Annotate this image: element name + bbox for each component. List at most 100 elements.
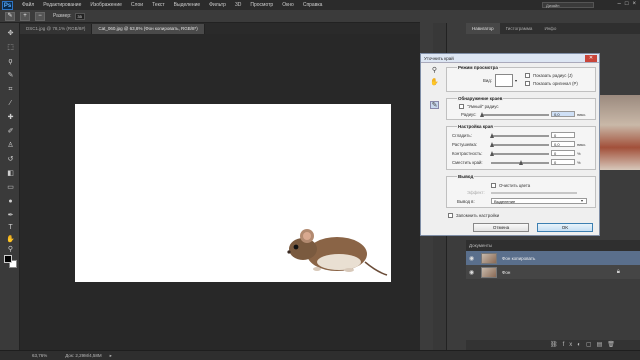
brush-tool-icon[interactable]: ✐ (6, 127, 15, 136)
menu-type[interactable]: Текст (152, 2, 165, 8)
layer-row-background-copy[interactable]: ◉ Фон копировать (466, 251, 640, 265)
view-mode-group: Режим просмотра Вид: ▾ Показать радиус (… (446, 65, 596, 92)
minimize-icon[interactable]: – (618, 1, 621, 7)
eye-icon[interactable]: ◉ (469, 255, 477, 262)
layers-panel-footer: ⛓fx◐▢▤🗑︎ (466, 340, 640, 350)
feather-label: Растушевка: (452, 142, 478, 147)
brush-preset-icon[interactable]: ✎ (5, 11, 15, 21)
slider-knob[interactable] (490, 133, 494, 138)
cancel-button[interactable]: Отмена (473, 223, 529, 232)
menu-image[interactable]: Изображение (90, 2, 122, 8)
remember-settings-checkbox[interactable] (448, 213, 453, 218)
lasso-tool-icon[interactable]: ϙ (6, 57, 15, 66)
menu-filter[interactable]: Фильтр (209, 2, 226, 8)
smooth-input[interactable]: 0 (551, 132, 575, 138)
radius-input[interactable]: 0,0 (551, 111, 575, 117)
marquee-tool-icon[interactable]: ⬚ (6, 43, 15, 52)
eraser-tool-icon[interactable]: ◧ (6, 169, 15, 178)
refine-radius-brush-icon[interactable]: ✎ (430, 101, 439, 109)
view-mode-title: Режим просмотра (457, 65, 499, 70)
zoom-icon[interactable]: ⚲ (430, 67, 439, 75)
tab-document-1[interactable]: DSC1.jpg @ 78,1% (RGB/8#) (20, 24, 93, 34)
show-original-checkbox[interactable] (525, 81, 530, 86)
dialog-close-button[interactable]: ✕ (585, 55, 597, 62)
move-tool-icon[interactable]: ✥ (6, 29, 15, 38)
quick-selection-tool-icon[interactable]: ✎ (6, 71, 15, 80)
feather-input[interactable]: 0,0 (551, 141, 575, 147)
menu-3d[interactable]: 3D (235, 2, 241, 8)
tab-histogram[interactable]: Гистограмма (500, 23, 539, 34)
output-to-select[interactable]: Выделение (491, 198, 587, 204)
shift-edge-label: Сместить край: (452, 160, 483, 165)
menu-view[interactable]: Просмотр (250, 2, 273, 8)
show-radius-checkbox[interactable] (525, 73, 530, 78)
maximize-icon[interactable]: □ (625, 1, 629, 7)
slider-knob[interactable] (490, 151, 494, 156)
shift-edge-unit: % (577, 160, 581, 165)
dodge-tool-icon[interactable]: ● (6, 197, 15, 206)
contrast-slider[interactable] (490, 151, 549, 156)
contrast-unit: % (577, 151, 581, 156)
chevron-down-icon[interactable]: ▾ (581, 198, 583, 203)
decontaminate-checkbox[interactable] (491, 183, 496, 188)
adjust-edge-title: Настройка края (457, 124, 494, 129)
ok-button[interactable]: OK (537, 223, 593, 232)
status-bar: 63,76% Док: 2,29M/4,58M ▸ (0, 350, 640, 360)
show-original-label: Показать оригинал (P) (533, 81, 578, 86)
eye-icon[interactable]: ◉ (469, 269, 477, 276)
add-selection-icon[interactable]: + (20, 11, 30, 21)
tab-info[interactable]: Инфо (538, 23, 562, 34)
workspace-select[interactable]: Дизайн (542, 2, 594, 8)
shift-edge-slider[interactable] (491, 160, 549, 165)
output-title: Вывод (457, 174, 475, 179)
smart-radius-label: "Умный" радиус (467, 104, 499, 109)
menu-file[interactable]: Файл (22, 2, 34, 8)
amount-slider (491, 192, 577, 194)
view-dropdown-icon[interactable]: ▾ (515, 78, 517, 83)
close-icon[interactable]: × (632, 1, 636, 7)
contrast-input[interactable]: 0 (551, 150, 575, 156)
subtract-selection-icon[interactable]: − (35, 11, 45, 21)
foreground-color-swatch[interactable] (4, 255, 12, 263)
smooth-label: Сгладить: (452, 133, 472, 138)
slider-knob[interactable] (490, 142, 494, 147)
zoom-tool-icon[interactable]: ⚲ (6, 245, 15, 254)
feather-unit: пикс. (577, 142, 587, 147)
shift-edge-input[interactable]: 0 (551, 159, 575, 165)
menu-edit[interactable]: Редактирование (43, 2, 81, 8)
text-tool-icon[interactable]: T (6, 223, 15, 232)
healing-tool-icon[interactable]: ✚ (6, 113, 15, 122)
radius-label: Радиус: (461, 112, 477, 117)
menu-help[interactable]: Справка (303, 2, 323, 8)
smooth-slider[interactable] (490, 133, 549, 138)
gradient-tool-icon[interactable]: ▭ (6, 183, 15, 192)
pen-tool-icon[interactable]: ✒ (6, 211, 15, 220)
doc-size: Док: 2,29M/4,58M (65, 353, 102, 358)
tab-navigator[interactable]: Навигатор (466, 23, 500, 34)
zoom-level[interactable]: 63,76% (32, 353, 47, 358)
size-input[interactable]: 35 (74, 12, 85, 20)
radius-slider[interactable] (480, 112, 549, 117)
radius-slider-knob[interactable] (480, 112, 484, 117)
eyedropper-tool-icon[interactable]: ⁄ (6, 99, 15, 108)
document-canvas[interactable] (75, 104, 391, 282)
crop-tool-icon[interactable]: ⌗ (6, 85, 15, 94)
navigator-tabs: Навигатор Гистограмма Инфо (466, 23, 640, 34)
status-arrow-icon[interactable]: ▸ (110, 353, 112, 359)
menu-window[interactable]: Окно (282, 2, 294, 8)
menu-select[interactable]: Выделение (174, 2, 201, 8)
view-thumbnail[interactable] (495, 74, 513, 87)
hand-icon[interactable]: ✋ (430, 79, 439, 87)
feather-slider[interactable] (490, 142, 549, 147)
stamp-tool-icon[interactable]: ♙ (6, 141, 15, 150)
lock-icon: 🔒︎ (616, 268, 620, 275)
smart-radius-checkbox[interactable] (459, 104, 464, 109)
layer-name: Фон (502, 269, 511, 275)
history-brush-icon[interactable]: ↺ (6, 155, 15, 164)
layer-row-background[interactable]: ◉ Фон 🔒︎ (466, 265, 640, 279)
menu-layers[interactable]: Слои (131, 2, 143, 8)
slider-knob[interactable] (519, 160, 523, 165)
tab-document-2[interactable]: Cat_060.jpg @ 63,8% (Фон копировать, RGB… (92, 24, 205, 34)
hand-tool-icon[interactable]: ✋ (6, 235, 15, 244)
navigator-preview[interactable] (599, 95, 640, 170)
